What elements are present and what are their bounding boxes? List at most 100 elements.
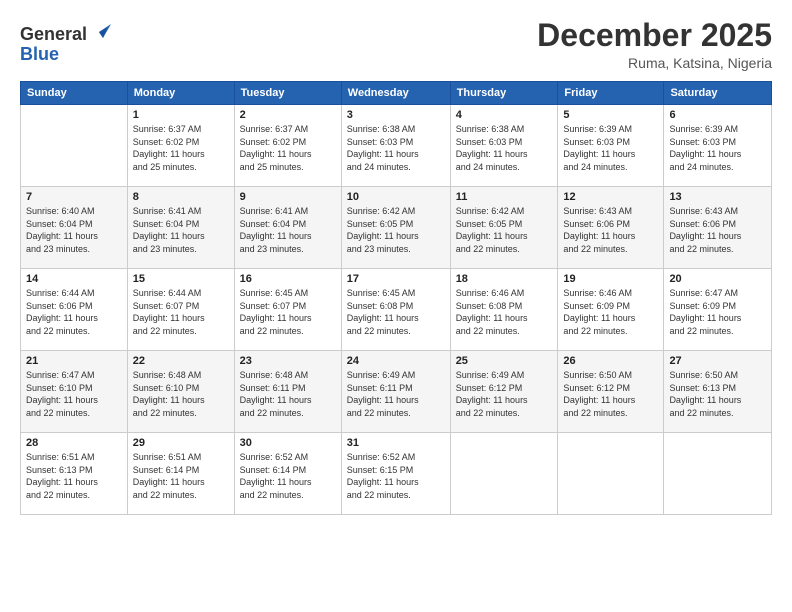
title-block: December 2025 Ruma, Katsina, Nigeria — [537, 18, 772, 71]
daylight-line2: and 23 minutes. — [347, 243, 445, 256]
sunset-text: Sunset: 6:02 PM — [240, 136, 336, 149]
day-info: Sunrise: 6:52 AMSunset: 6:15 PMDaylight:… — [347, 451, 445, 501]
calendar-cell: 30 Sunrise: 6:52 AMSunset: 6:14 PMDayligh… — [234, 433, 341, 515]
calendar-cell: 23 Sunrise: 6:48 AMSunset: 6:11 PMDayligh… — [234, 351, 341, 433]
calendar-cell: 16Sunrise: 6:45 AMSunset: 6:07 PMDayligh… — [234, 269, 341, 351]
calendar-cell: 20Sunrise: 6:47 AMSunset: 6:09 PMDayligh… — [664, 269, 772, 351]
day-info: Sunrise: 6:47 AMSunset: 6:10 PMDaylight:… — [26, 369, 122, 419]
day-info: Sunrise: 6:52 AMSunset: 6:14 PMDaylight:… — [240, 451, 336, 501]
calendar-cell: 3Sunrise: 6:38 AMSunset: 6:03 PMDaylight… — [341, 105, 450, 187]
sunset-text: Sunset: 6:06 PM — [26, 300, 122, 313]
logo-bird-icon — [89, 18, 111, 40]
day-number: 9 — [240, 191, 336, 203]
day-number: 25 — [456, 355, 553, 367]
sunrise-text: Sunrise: 6:41 AM — [240, 205, 336, 218]
sunset-text: Sunset: 6:09 PM — [563, 300, 658, 313]
day-info: Sunrise: 6:45 AMSunset: 6:07 PMDaylight:… — [240, 287, 336, 337]
logo-general: General — [20, 24, 87, 44]
daylight-line2: and 24 minutes. — [563, 161, 658, 174]
daylight-line2: and 22 minutes. — [669, 407, 766, 420]
sunset-text: Sunset: 6:06 PM — [563, 218, 658, 231]
calendar-cell: 8Sunrise: 6:41 AMSunset: 6:04 PMDaylight… — [127, 187, 234, 269]
logo-blue-text: Blue — [20, 45, 111, 65]
sunrise-text: Sunrise: 6:46 AM — [456, 287, 553, 300]
daylight-line1: Daylight: 11 hours — [669, 148, 766, 161]
daylight-line1: Daylight: 11 hours — [456, 148, 553, 161]
calendar-cell: 2Sunrise: 6:37 AMSunset: 6:02 PMDaylight… — [234, 105, 341, 187]
day-number: 7 — [26, 191, 122, 203]
calendar-cell: 17Sunrise: 6:45 AMSunset: 6:08 PMDayligh… — [341, 269, 450, 351]
sunset-text: Sunset: 6:04 PM — [26, 218, 122, 231]
calendar-header-row: Sunday Monday Tuesday Wednesday Thursday… — [21, 82, 772, 105]
sunset-text: Sunset: 6:03 PM — [456, 136, 553, 149]
day-number: 28 — [26, 437, 122, 449]
sunrise-text: Sunrise: 6:43 AM — [563, 205, 658, 218]
day-info: Sunrise: 6:38 AMSunset: 6:03 PMDaylight:… — [456, 123, 553, 173]
daylight-line2: and 22 minutes. — [456, 325, 553, 338]
header: General Blue December 2025 Ruma, Katsina… — [20, 18, 772, 71]
daylight-line1: Daylight: 11 hours — [133, 148, 229, 161]
sunset-text: Sunset: 6:04 PM — [240, 218, 336, 231]
day-info: Sunrise: 6:40 AMSunset: 6:04 PMDaylight:… — [26, 205, 122, 255]
sunset-text: Sunset: 6:11 PM — [347, 382, 445, 395]
daylight-line1: Daylight: 11 hours — [240, 476, 336, 489]
day-info: Sunrise: 6:44 AMSunset: 6:07 PMDaylight:… — [133, 287, 229, 337]
daylight-line1: Daylight: 11 hours — [240, 312, 336, 325]
daylight-line2: and 22 minutes. — [240, 325, 336, 338]
daylight-line2: and 22 minutes. — [133, 489, 229, 502]
day-info: Sunrise: 6:42 AMSunset: 6:05 PMDaylight:… — [456, 205, 553, 255]
day-number: 30 — [240, 437, 336, 449]
daylight-line2: and 22 minutes. — [133, 325, 229, 338]
daylight-line1: Daylight: 11 hours — [347, 148, 445, 161]
day-info: Sunrise: 6:48 AMSunset: 6:11 PMDaylight:… — [240, 369, 336, 419]
day-info: Sunrise: 6:46 AMSunset: 6:09 PMDaylight:… — [563, 287, 658, 337]
daylight-line2: and 24 minutes. — [347, 161, 445, 174]
daylight-line2: and 24 minutes. — [456, 161, 553, 174]
sunrise-text: Sunrise: 6:50 AM — [669, 369, 766, 382]
day-number: 3 — [347, 109, 445, 121]
calendar-cell — [558, 433, 664, 515]
sunrise-text: Sunrise: 6:41 AM — [133, 205, 229, 218]
day-info: Sunrise: 6:44 AMSunset: 6:06 PMDaylight:… — [26, 287, 122, 337]
sunrise-text: Sunrise: 6:43 AM — [669, 205, 766, 218]
day-number: 29 — [133, 437, 229, 449]
calendar-cell: 15Sunrise: 6:44 AMSunset: 6:07 PMDayligh… — [127, 269, 234, 351]
daylight-line2: and 22 minutes. — [240, 407, 336, 420]
day-info: Sunrise: 6:48 AMSunset: 6:10 PMDaylight:… — [133, 369, 229, 419]
calendar-cell: 25Sunrise: 6:49 AMSunset: 6:12 PMDayligh… — [450, 351, 558, 433]
day-number: 18 — [456, 273, 553, 285]
sunrise-text: Sunrise: 6:45 AM — [347, 287, 445, 300]
day-number: 22 — [133, 355, 229, 367]
sunset-text: Sunset: 6:03 PM — [563, 136, 658, 149]
day-info: Sunrise: 6:45 AMSunset: 6:08 PMDaylight:… — [347, 287, 445, 337]
sunset-text: Sunset: 6:05 PM — [456, 218, 553, 231]
day-number: 23 — [240, 355, 336, 367]
sunset-text: Sunset: 6:03 PM — [669, 136, 766, 149]
day-info: Sunrise: 6:37 AMSunset: 6:02 PMDaylight:… — [133, 123, 229, 173]
sunrise-text: Sunrise: 6:38 AM — [347, 123, 445, 136]
sunrise-text: Sunrise: 6:51 AM — [26, 451, 122, 464]
sunrise-text: Sunrise: 6:47 AM — [26, 369, 122, 382]
calendar-week-row-3: 14Sunrise: 6:44 AMSunset: 6:06 PMDayligh… — [21, 269, 772, 351]
sunset-text: Sunset: 6:11 PM — [240, 382, 336, 395]
daylight-line2: and 22 minutes. — [563, 325, 658, 338]
calendar-cell: 12Sunrise: 6:43 AMSunset: 6:06 PMDayligh… — [558, 187, 664, 269]
daylight-line2: and 22 minutes. — [347, 407, 445, 420]
col-saturday: Saturday — [664, 82, 772, 105]
calendar-cell — [21, 105, 128, 187]
daylight-line1: Daylight: 11 hours — [669, 312, 766, 325]
daylight-line2: and 25 minutes. — [133, 161, 229, 174]
daylight-line1: Daylight: 11 hours — [133, 476, 229, 489]
calendar-cell — [664, 433, 772, 515]
daylight-line2: and 23 minutes. — [240, 243, 336, 256]
day-info: Sunrise: 6:47 AMSunset: 6:09 PMDaylight:… — [669, 287, 766, 337]
daylight-line1: Daylight: 11 hours — [133, 394, 229, 407]
col-sunday: Sunday — [21, 82, 128, 105]
day-number: 11 — [456, 191, 553, 203]
daylight-line2: and 22 minutes. — [563, 243, 658, 256]
sunset-text: Sunset: 6:14 PM — [240, 464, 336, 477]
calendar-cell: 13Sunrise: 6:43 AMSunset: 6:06 PMDayligh… — [664, 187, 772, 269]
day-info: Sunrise: 6:39 AMSunset: 6:03 PMDaylight:… — [669, 123, 766, 173]
calendar-cell: 31Sunrise: 6:52 AMSunset: 6:15 PMDayligh… — [341, 433, 450, 515]
day-number: 19 — [563, 273, 658, 285]
